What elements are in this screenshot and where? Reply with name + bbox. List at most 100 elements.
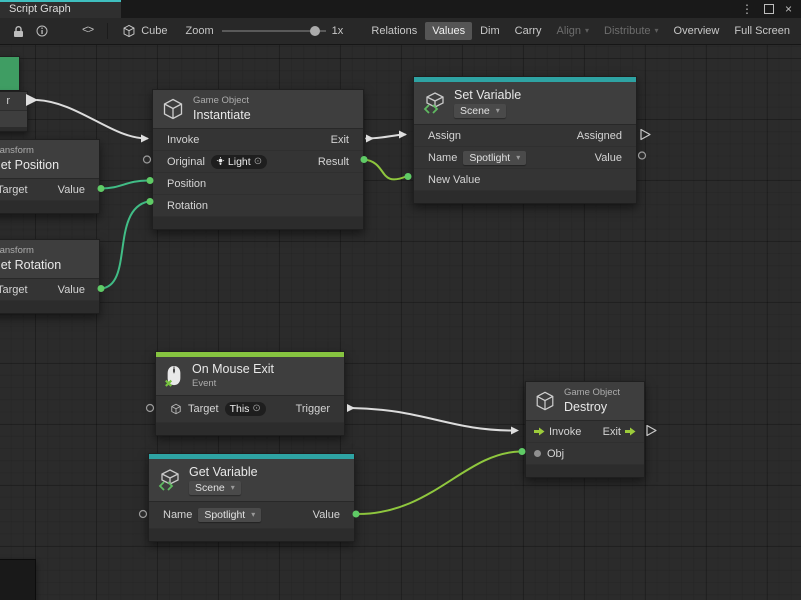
node-title: Get Variable: [189, 465, 258, 480]
target-name: Cube: [141, 25, 167, 37]
scope-dropdown[interactable]: Scene ▾: [454, 104, 506, 118]
node-destroy[interactable]: Game Object Destroy Invoke Exit: [525, 381, 645, 478]
graph-canvas[interactable]: r Transform Get Position Target Value: [0, 45, 801, 600]
port-label-rotation: Rotation: [167, 200, 208, 212]
zoom-value: 1x: [332, 25, 344, 37]
object-field-value: Light: [228, 156, 251, 168]
scope-value: Scene: [195, 482, 225, 494]
port-label-result: Result: [318, 156, 349, 168]
node-get-rotation[interactable]: Transform Get Rotation Target Value: [0, 239, 100, 314]
node-category: Transform: [0, 145, 59, 157]
mouse-exit-icon: [164, 364, 184, 388]
node-get-position[interactable]: Transform Get Position Target Value: [0, 139, 100, 214]
variable-name-value: Spotlight: [469, 152, 510, 164]
port-label-invoke: Invoke: [549, 426, 581, 438]
port-label-assigned: Assigned: [577, 130, 622, 142]
port-assigned-out[interactable]: [641, 130, 650, 140]
port-label-original: Original: [167, 156, 205, 168]
node-fragment-green[interactable]: [0, 56, 20, 91]
flow-arrowhead[interactable]: [399, 131, 407, 139]
tab-accent: [0, 0, 121, 2]
port-label-position: Position: [167, 178, 206, 190]
menu-icon[interactable]: ⋮: [741, 2, 753, 16]
wire-getvariable-to-obj[interactable]: [356, 452, 520, 515]
zoom-slider[interactable]: [222, 24, 326, 38]
toolbar-button-carry[interactable]: Carry: [508, 22, 549, 40]
wire-result-to-newvalue[interactable]: [364, 160, 406, 180]
toolbar-button-overview[interactable]: Overview: [667, 22, 727, 40]
flow-arrow-icon[interactable]: [534, 427, 545, 436]
node-instantiate[interactable]: Game Object Instantiate Invoke Exit Orig…: [152, 89, 364, 230]
graph-target[interactable]: Cube: [122, 24, 167, 38]
toolbar-button-dim[interactable]: Dim: [473, 22, 507, 40]
node-set-variable[interactable]: Set Variable Scene ▾ Assign Assigned Nam…: [413, 76, 637, 204]
maximize-icon[interactable]: [764, 4, 774, 14]
lock-icon[interactable]: [7, 21, 30, 41]
node-category: Game Object: [193, 95, 251, 107]
tab-title: Script Graph: [9, 3, 71, 15]
wire-getposition-to-position[interactable]: [101, 181, 148, 189]
wire-flow-into-instantiate[interactable]: [37, 100, 147, 139]
scope-dropdown[interactable]: Scene ▾: [189, 481, 241, 495]
port-label-assign: Assign: [428, 130, 461, 142]
variable-name-dropdown[interactable]: Spotlight ▾: [463, 151, 526, 165]
object-picker-icon[interactable]: ⊙: [254, 157, 262, 167]
zoom-handle[interactable]: [310, 26, 320, 36]
port-label-trigger: Trigger: [296, 403, 330, 415]
info-icon[interactable]: [30, 21, 54, 41]
chevron-down-icon: ▾: [496, 107, 500, 115]
chevron-down-icon: ▾: [231, 484, 235, 492]
toolbar-button-fullscreen[interactable]: Full Screen: [727, 22, 797, 40]
port-original-in[interactable]: [144, 156, 151, 163]
tab-script-graph[interactable]: Script Graph: [0, 0, 121, 18]
wire-trigger-to-invoke[interactable]: [351, 408, 515, 431]
toolbar-button-relations[interactable]: Relations: [364, 22, 424, 40]
flow-arrowhead[interactable]: [347, 404, 355, 412]
node-title: Set Variable: [454, 88, 521, 103]
variable-name-dropdown[interactable]: Spotlight ▾: [198, 508, 261, 522]
port-label-exit: Exit: [331, 134, 349, 146]
toolbar-buttons: Relations Values Dim Carry Align ▾ Distr…: [364, 22, 797, 40]
flow-arrowhead[interactable]: [511, 427, 519, 435]
port-label-new-value: New Value: [428, 174, 480, 186]
object-picker-icon[interactable]: ⊙: [252, 404, 260, 414]
node-get-variable[interactable]: Get Variable Scene ▾ Name Spotlight ▾: [148, 453, 355, 542]
window-controls: ⋮ ×: [741, 0, 801, 18]
zoom-label: Zoom: [186, 25, 214, 37]
toolbar-button-align[interactable]: Align ▾: [550, 22, 596, 40]
port-label-value: Value: [58, 284, 85, 296]
object-field-this[interactable]: This ⊙: [225, 402, 266, 416]
tab-bar: Script Graph ⋮ ×: [0, 0, 801, 18]
code-icon[interactable]: <>: [76, 21, 99, 41]
node-fragment-left[interactable]: r: [0, 91, 28, 132]
scope-value: Scene: [460, 105, 490, 117]
chevron-down-icon: ▾: [655, 27, 659, 35]
object-field-value: This: [230, 403, 250, 415]
align-label: Align: [557, 25, 581, 37]
fragment-footer: [0, 127, 27, 131]
port-new-value-in[interactable]: [405, 173, 412, 180]
node-fragment-bottom[interactable]: [0, 559, 36, 600]
node-on-mouse-exit[interactable]: On Mouse Exit Event Target This ⊙: [155, 351, 345, 436]
node-category: Transform: [0, 245, 61, 257]
toolbar-button-values[interactable]: Values: [425, 22, 472, 40]
wire-getrotation-to-rotation[interactable]: [101, 202, 148, 289]
wire-exit-to-assign[interactable]: [366, 135, 405, 139]
cube-icon: [122, 24, 136, 38]
toolbar-button-distribute[interactable]: Distribute ▾: [597, 22, 665, 40]
node-category: Game Object: [564, 387, 620, 399]
port-target-in[interactable]: [147, 405, 154, 412]
object-field-light[interactable]: Light ⊙: [211, 155, 267, 169]
port-label-obj: Obj: [547, 448, 564, 460]
flow-arrowhead[interactable]: [141, 135, 149, 143]
flow-arrow-icon[interactable]: [625, 427, 636, 436]
close-icon[interactable]: ×: [785, 2, 792, 16]
port-value-out[interactable]: [639, 152, 646, 159]
graph-toolbar: <> Cube Zoom 1x Relations Values Dim Car…: [0, 18, 801, 45]
port-name-in[interactable]: [140, 511, 147, 518]
flow-arrowhead[interactable]: [366, 135, 374, 143]
port-label-name: Name: [428, 152, 457, 164]
port-exit-out[interactable]: [647, 426, 656, 436]
port-label-value: Value: [58, 184, 85, 196]
obj-port-icon[interactable]: [534, 450, 541, 457]
